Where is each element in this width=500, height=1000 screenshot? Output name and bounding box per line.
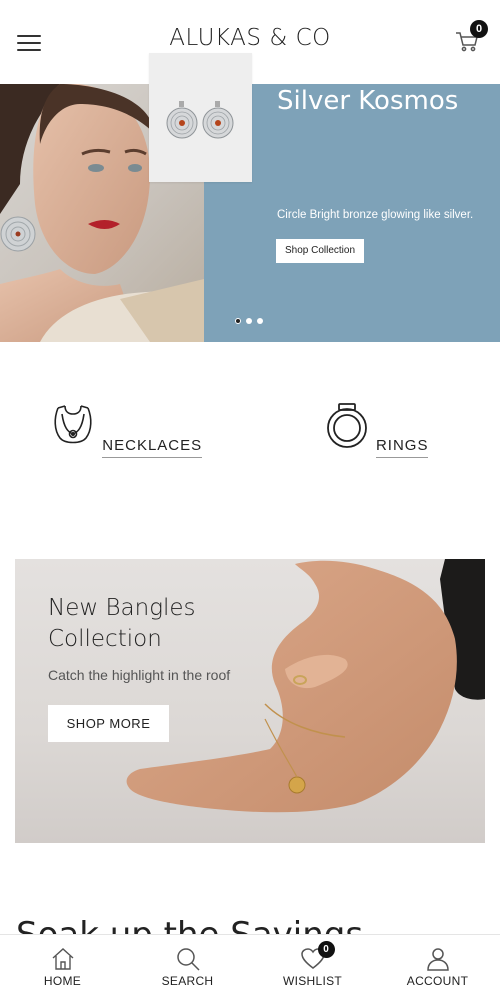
nav-search-label: SEARCH (161, 974, 214, 988)
slider-dots (235, 318, 263, 324)
earring-right-icon (202, 101, 234, 139)
hero-title: Earrings Silver Kosmos (277, 55, 458, 117)
category-rings[interactable]: RINGS (250, 400, 500, 458)
category-necklaces[interactable]: NECKLACES (0, 400, 250, 458)
hero-title-line1: Earrings (277, 55, 385, 85)
shop-more-button[interactable]: SHOP MORE (48, 705, 169, 742)
nav-wishlist[interactable]: 0 WISHLIST (250, 935, 375, 1000)
necklace-icon (54, 405, 92, 444)
earrings-product-image[interactable] (149, 53, 252, 182)
banner-title-line2: Collection (48, 626, 162, 652)
home-icon (52, 948, 73, 970)
nav-wishlist-label: WISHLIST (282, 974, 343, 988)
bottom-navigation: HOME SEARCH 0 WISHLIST ACCOUNT (0, 934, 500, 1000)
category-label-necklaces: NECKLACES (102, 437, 203, 458)
shop-collection-button[interactable]: Shop Collection (276, 239, 364, 263)
slider-dot-2[interactable] (246, 318, 252, 324)
nav-home[interactable]: HOME (0, 935, 125, 1000)
nav-account[interactable]: ACCOUNT (375, 935, 500, 1000)
ring-icon (326, 403, 367, 448)
category-label-rings: RINGS (375, 437, 429, 458)
nav-search[interactable]: SEARCH (125, 935, 250, 1000)
banner-title: New Bangles Collection (48, 593, 196, 655)
nav-account-label: ACCOUNT (406, 974, 469, 988)
slider-dot-1[interactable] (235, 318, 241, 324)
hero-subtitle: Circle Bright bronze glowing like silver… (277, 209, 474, 221)
search-icon (176, 948, 200, 971)
cart-count-badge: 0 (470, 20, 488, 38)
banner-title-line1: New Bangles (48, 595, 196, 621)
nav-home-label: HOME (43, 974, 82, 988)
user-icon (426, 948, 449, 971)
wishlist-count-badge: 0 (317, 941, 335, 958)
cart-button[interactable]: 0 (454, 20, 488, 56)
banner-subtitle: Catch the highlight in the roof (48, 667, 231, 683)
slider-dot-3[interactable] (257, 318, 263, 324)
hero-title-line2: Silver Kosmos (277, 86, 459, 116)
bangles-banner[interactable]: New Bangles Collection Catch the highlig… (15, 559, 485, 843)
earring-left-icon (166, 101, 198, 139)
brand-logo[interactable]: ALUKAS & CO (0, 25, 500, 51)
